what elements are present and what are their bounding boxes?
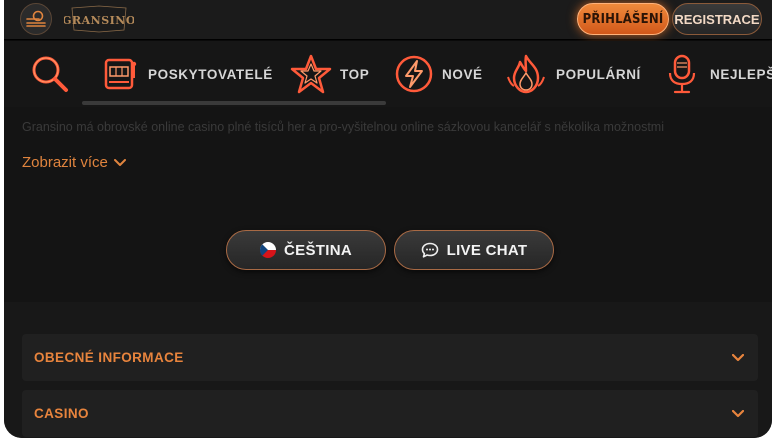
category-label-top: TOP: [340, 66, 370, 82]
live-chat-label: LIVE CHAT: [446, 241, 528, 259]
logo-text: GRANSINO: [64, 14, 134, 27]
category-scroll-indicator: [82, 101, 386, 105]
login-button[interactable]: PŘIHLÁŠENÍ: [577, 3, 669, 35]
microphone-icon: [668, 54, 696, 94]
category-label-popular: POPULÁRNÍ: [556, 66, 641, 82]
live-chat-button[interactable]: LIVE CHAT: [394, 230, 554, 270]
show-more-link[interactable]: Zobrazit více: [22, 154, 126, 171]
app-frame: GRANSINO PŘIHLÁŠENÍ REGISTRACE POSKYTOVA…: [4, 0, 772, 438]
chevron-down-icon: [732, 409, 744, 417]
category-label-providers: POSKYTOVATELÉ: [148, 66, 273, 82]
accordion-casino[interactable]: CASINO: [22, 390, 758, 437]
slot-machine-icon: [104, 58, 137, 90]
category-label-new: NOVÉ: [442, 66, 483, 82]
chat-bubble-icon: [421, 242, 438, 258]
top-header: GRANSINO PŘIHLÁŠENÍ REGISTRACE: [4, 0, 772, 40]
show-more-label: Zobrazit více: [22, 154, 108, 171]
menu-icon: [26, 10, 46, 27]
language-label: ČEŠTINA: [284, 241, 352, 259]
accordion-title: OBECNÉ INFORMACE: [34, 350, 184, 365]
category-new[interactable]: NOVÉ: [394, 41, 483, 107]
star-icon: [290, 54, 332, 94]
category-top[interactable]: TOP: [290, 41, 369, 107]
menu-button[interactable]: [20, 3, 52, 35]
category-best[interactable]: NEJLEPŠÍ: [662, 41, 772, 107]
search-icon: [32, 56, 68, 92]
fire-icon: [507, 54, 545, 94]
register-button[interactable]: REGISTRACE: [672, 3, 762, 35]
language-button[interactable]: ČEŠTINA: [226, 230, 386, 270]
accordion-general-info[interactable]: OBECNÉ INFORMACE: [22, 334, 758, 381]
category-search[interactable]: [28, 41, 72, 107]
category-popular[interactable]: POPULÁRNÍ: [504, 41, 641, 107]
category-nav: POSKYTOVATELÉ TOP NOVÉ POPULÁRNÍ NEJLEPŠ: [4, 41, 772, 107]
casino-description: Gransino má obrovské online casino plné …: [22, 120, 664, 134]
chevron-down-icon: [113, 158, 126, 166]
czech-flag-icon: [260, 242, 277, 258]
chevron-down-icon: [732, 353, 744, 361]
lightning-icon: [395, 55, 433, 93]
category-providers[interactable]: POSKYTOVATELÉ: [100, 41, 273, 107]
gransino-logo[interactable]: GRANSINO: [64, 5, 134, 33]
category-label-best: NEJLEPŠÍ: [710, 66, 772, 82]
accordion-title: CASINO: [34, 406, 89, 421]
